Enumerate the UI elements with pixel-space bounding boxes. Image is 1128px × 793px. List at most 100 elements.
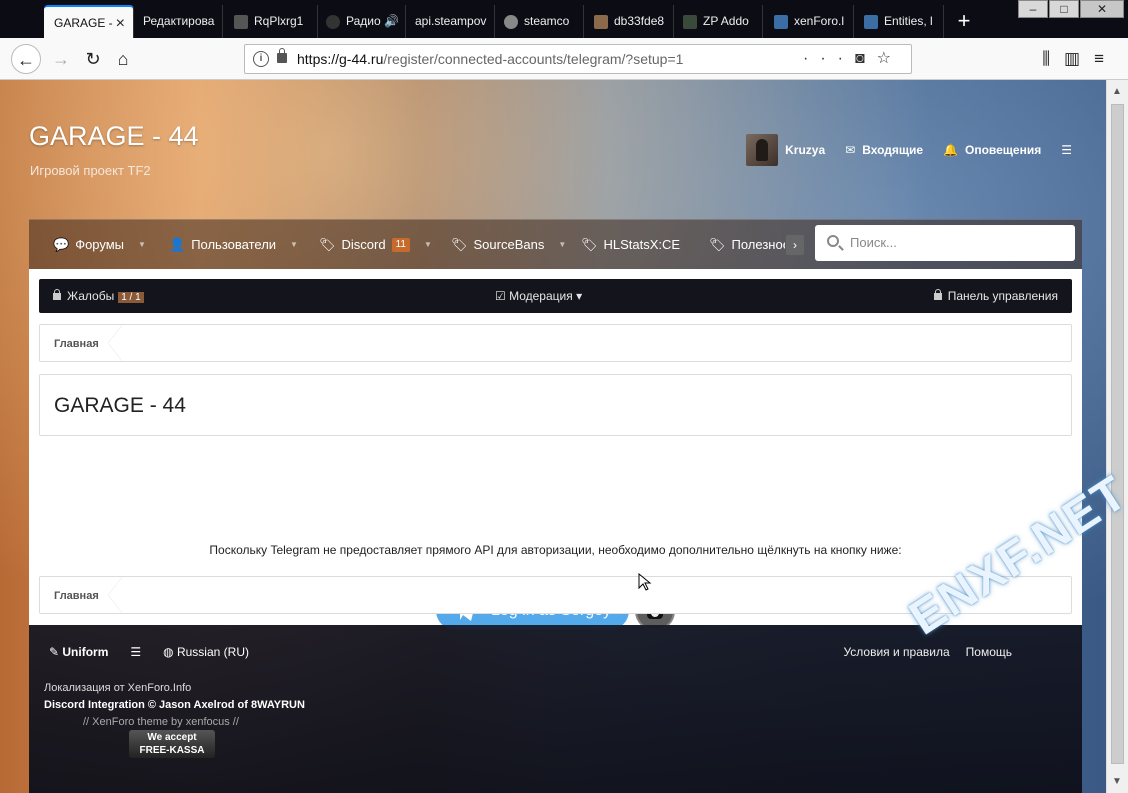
envelope-icon: ✉: [845, 143, 856, 157]
alerts-link[interactable]: 🔔 Оповещения: [943, 143, 1041, 157]
tab-label: xenForo.l: [794, 14, 845, 28]
free-kassa-badge[interactable]: We accept FREE-KASSA: [129, 730, 215, 758]
tab-label: Entities, l: [884, 14, 933, 28]
forward-button[interactable]: →: [46, 44, 76, 74]
browser-tab[interactable]: ZP Addo: [677, 5, 763, 38]
lock-icon: [53, 289, 61, 300]
language-chooser[interactable]: ◍ Russian (RU): [163, 645, 249, 659]
browser-tab[interactable]: api.steampov: [409, 5, 495, 38]
inbox-link[interactable]: ✉ Входящие: [845, 143, 923, 157]
browser-tab[interactable]: xenForo.l: [768, 5, 854, 38]
tab-label: GARAGE -: [54, 16, 113, 30]
browser-tab-active[interactable]: GARAGE - ×: [44, 5, 134, 38]
favicon-icon: [683, 14, 697, 29]
page-title-block: GARAGE - 44: [39, 374, 1072, 436]
nav-label: HLStatsX:CE: [603, 237, 681, 252]
moderation-menu[interactable]: ☑ Модерация ▾: [495, 279, 582, 313]
sidebar-icon[interactable]: ▥: [1064, 49, 1094, 68]
tag-icon: 🏷: [709, 237, 726, 252]
nav-useful[interactable]: 🏷 Полезное: [709, 220, 785, 270]
scrollbar-thumb[interactable]: [1111, 104, 1124, 764]
globe-icon: ◍: [163, 645, 177, 659]
reports-link[interactable]: Жалобы 1 / 1: [53, 279, 144, 315]
account-link[interactable]: Kruzya: [746, 134, 825, 166]
chevron-down-icon[interactable]: ▼: [290, 220, 298, 270]
paint-brush-icon: ✎: [49, 645, 63, 659]
discord-credit[interactable]: Discord Integration © Jason Axelrod of 8…: [44, 699, 305, 711]
user-icon: 👤: [169, 237, 186, 252]
breadcrumb-home[interactable]: Главная: [54, 325, 99, 363]
scroll-up-icon[interactable]: ▲: [1112, 86, 1122, 97]
page-content: Жалобы 1 / 1 ☑ Модерация ▾ Панель управле…: [29, 269, 1082, 631]
sliders-icon[interactable]: ☰: [130, 645, 141, 659]
close-tab-icon[interactable]: ×: [116, 7, 125, 38]
new-tab-button[interactable]: +: [952, 8, 976, 34]
browser-toolbar: ← → ↻ ⌂ i https://g-44.ru/register/conne…: [0, 38, 1128, 80]
nav-sourcebans[interactable]: 🏷 SourceBans ▼: [451, 220, 566, 270]
library-icon[interactable]: ⫼: [1042, 49, 1064, 68]
lock-icon[interactable]: [277, 48, 287, 63]
reload-button[interactable]: ↻: [78, 44, 108, 74]
admin-label: Панель управления: [947, 289, 1058, 303]
page-actions-icon[interactable]: ···: [803, 50, 855, 67]
page-scrollbar[interactable]: ▲ ▼: [1106, 80, 1128, 793]
tag-icon: 🏷: [581, 237, 598, 252]
nav-badge: 11: [391, 238, 410, 252]
menu-icon[interactable]: ≡: [1094, 49, 1118, 68]
kassa-bottom: FREE-KASSA: [139, 745, 205, 756]
speaker-icon[interactable]: 🔊: [384, 14, 399, 28]
nav-members[interactable]: 👤 Пользователи ▼: [169, 220, 298, 270]
site-title[interactable]: GARAGE - 44: [29, 121, 199, 152]
style-chooser-link[interactable]: ☰: [1061, 143, 1072, 157]
style-chooser[interactable]: ✎ Uniform: [49, 645, 108, 659]
theme-credit[interactable]: // XenForo theme by xenfocus //: [83, 716, 239, 728]
url-domain: https://g-44.ru: [297, 51, 384, 67]
lock-icon: [933, 289, 942, 300]
style-label: Uniform: [62, 645, 109, 659]
maximize-button[interactable]: □: [1049, 0, 1079, 18]
pocket-icon[interactable]: ◙: [855, 50, 877, 67]
url-bar[interactable]: i https://g-44.ru/register/connected-acc…: [244, 44, 912, 74]
localization-credit[interactable]: Локализация от XenForo.Info: [44, 682, 191, 694]
chevron-down-icon[interactable]: ▼: [424, 220, 432, 270]
reports-label: Жалобы: [67, 289, 115, 303]
favicon-icon: [234, 14, 248, 29]
browser-tab-bar: GARAGE - × Редактирова RqPlxrg1 Радио 🔊 …: [0, 0, 1128, 38]
nav-forums[interactable]: 💬 Форумы ▼: [53, 220, 146, 270]
reports-badge: 1 / 1: [118, 292, 144, 303]
language-label: Russian (RU): [176, 645, 249, 659]
caret-down-icon: ▾: [572, 289, 583, 303]
info-icon[interactable]: i: [253, 51, 269, 67]
comments-icon: 💬: [53, 237, 70, 252]
nav-label: SourceBans: [473, 237, 545, 252]
tab-label: RqPlxrg1: [254, 14, 304, 28]
nav-hlstats[interactable]: 🏷 HLStatsX:CE: [581, 220, 680, 270]
moderation-label: Модерация: [509, 289, 573, 303]
tab-label: db33fde8: [614, 14, 665, 28]
url-text[interactable]: https://g-44.ru/register/connected-accou…: [297, 45, 683, 73]
close-window-button[interactable]: ✕: [1080, 0, 1124, 18]
bookmark-star-icon[interactable]: ☆: [877, 50, 903, 67]
chevron-down-icon[interactable]: ▼: [138, 220, 146, 270]
window-controls: – □ ✕: [1017, 0, 1124, 20]
back-button[interactable]: ←: [11, 44, 41, 74]
browser-tab[interactable]: steamco: [498, 5, 584, 38]
browser-tab[interactable]: RqPlxrg1: [228, 5, 318, 38]
search-input[interactable]: Поиск...: [815, 225, 1075, 261]
check-square-icon: ☑: [495, 289, 510, 303]
username: Kruzya: [785, 143, 826, 157]
nav-label: Форумы: [75, 237, 125, 252]
chevron-right-icon[interactable]: ›: [786, 235, 804, 255]
browser-tab[interactable]: Редактирова: [137, 5, 223, 38]
breadcrumb-home[interactable]: Главная: [54, 577, 99, 615]
inbox-label: Входящие: [862, 143, 924, 157]
nav-discord[interactable]: 🏷 Discord 11 ▼: [319, 220, 432, 270]
chevron-down-icon[interactable]: ▼: [558, 220, 566, 270]
browser-tab[interactable]: Entities, l: [858, 5, 944, 38]
minimize-button[interactable]: –: [1018, 0, 1048, 18]
scroll-down-icon[interactable]: ▼: [1112, 776, 1122, 787]
browser-tab[interactable]: db33fde8: [588, 5, 674, 38]
browser-tab[interactable]: Радио 🔊: [320, 5, 406, 38]
admin-panel-link[interactable]: Панель управления: [933, 279, 1058, 313]
home-icon[interactable]: ⌂: [108, 44, 138, 74]
